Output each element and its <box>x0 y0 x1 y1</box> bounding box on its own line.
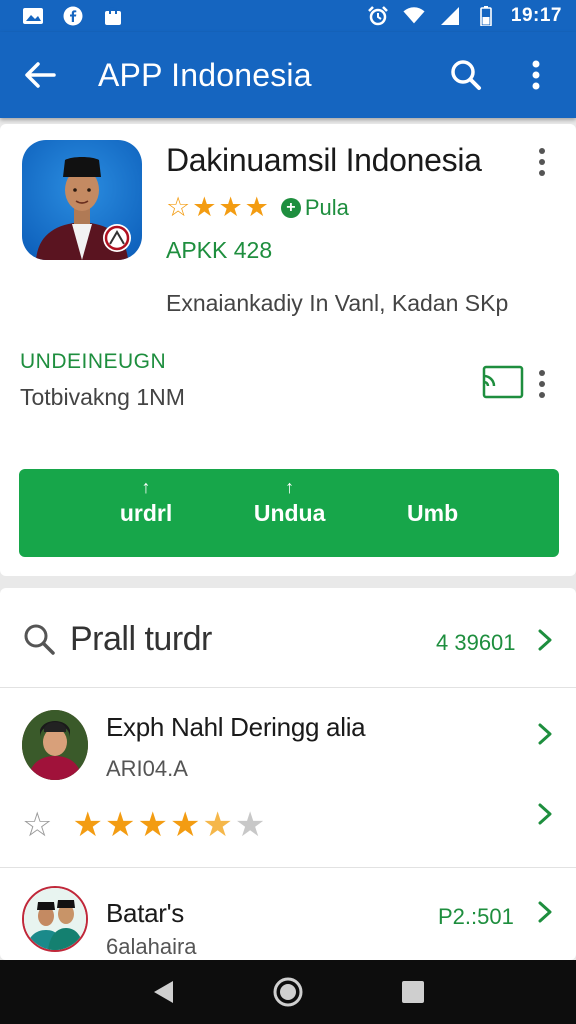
back-arrow-icon[interactable] <box>20 55 60 95</box>
install-segment-3[interactable]: Umb <box>407 500 458 527</box>
status-bar: 19:17 <box>0 0 576 32</box>
item-rating: ☆ ★ ★ ★ ★ ★ ★ <box>22 808 265 842</box>
related-apps-card: Prall turdr 4 39601 Exph Nahl Deringg al… <box>0 588 576 960</box>
list-item[interactable]: Batar's 6alahaira P2.:501 <box>0 868 576 960</box>
wifi-icon <box>403 6 425 26</box>
rating-badge-label: Pula <box>304 194 349 220</box>
item-title: Exph Nahl Deringg alia <box>106 712 366 742</box>
developer-overflow-icon[interactable] <box>532 366 552 402</box>
install-segment-2[interactable]: ↑ Undua <box>254 478 326 527</box>
signal-icon <box>439 6 461 26</box>
star-icon: ★ <box>192 192 217 222</box>
app-bar-title: APP Indonesia <box>98 56 312 93</box>
star-outline-icon: ☆ <box>166 192 191 222</box>
plus-icon: + <box>280 197 301 218</box>
chevron-right-icon[interactable] <box>536 802 556 826</box>
upload-arrow-icon: ↑ <box>141 476 151 497</box>
facebook-icon <box>62 6 84 26</box>
star-icon: ★ <box>244 192 269 222</box>
section-header[interactable]: Prall turdr 4 39601 <box>0 588 576 688</box>
app-overflow-icon[interactable] <box>532 144 552 180</box>
developer-label[interactable]: UNDEINEUGN <box>20 350 166 374</box>
app-description: Exnaiankadiy In Vanl, Kadan SKp <box>166 290 509 316</box>
item-subtitle: ARI04.A <box>106 756 188 781</box>
avatar <box>22 710 88 780</box>
avatar <box>22 886 88 952</box>
cast-icon[interactable] <box>480 364 524 400</box>
app-version: APKK 428 <box>166 237 273 263</box>
developer-subtitle: Totbivakng 1NM <box>20 384 185 410</box>
star-half-icon: ★ <box>202 806 233 844</box>
app-rating: ☆ ★ ★ ★ + Pula <box>166 194 349 221</box>
install-button[interactable]: ↑ urdrl ↑ Undua Umb <box>19 469 559 557</box>
app-name: Dakinuamsil Indonesia <box>166 142 482 178</box>
list-item[interactable]: Exph Nahl Deringg alia ARI04.A ☆ ★ ★ ★ ★… <box>0 688 576 868</box>
status-time: 19:17 <box>510 5 562 26</box>
chevron-right-icon[interactable] <box>536 900 556 924</box>
item-subtitle: 6alahaira <box>106 934 197 959</box>
star-icon: ★ <box>169 806 201 844</box>
battery-icon <box>475 6 497 26</box>
item-price: P2.:501 <box>438 904 514 929</box>
star-outline-icon[interactable]: ☆ <box>22 808 52 842</box>
rating-badge: + Pula <box>280 194 349 221</box>
recents-square-icon[interactable] <box>395 974 431 1010</box>
alarm-icon <box>367 6 389 26</box>
app-icon[interactable] <box>22 140 142 260</box>
gallery-icon <box>22 6 44 26</box>
install-segment-1[interactable]: ↑ urdrl <box>120 478 172 527</box>
chevron-right-icon[interactable] <box>536 628 556 652</box>
star-icon: ★ <box>104 806 136 844</box>
app-details-card: Dakinuamsil Indonesia ☆ ★ ★ ★ + Pula APK… <box>0 124 576 576</box>
search-icon <box>22 622 56 656</box>
chevron-right-icon[interactable] <box>536 722 556 746</box>
search-icon[interactable] <box>446 55 486 95</box>
back-triangle-icon[interactable] <box>145 974 181 1010</box>
home-circle-icon[interactable] <box>270 974 306 1010</box>
section-title: Prall turdr <box>70 620 212 658</box>
star-empty-icon: ★ <box>234 806 266 844</box>
overflow-menu-icon[interactable] <box>516 55 556 95</box>
system-nav-bar <box>0 960 576 1024</box>
item-title: Batar's <box>106 898 185 928</box>
upload-arrow-icon: ↑ <box>285 476 295 497</box>
section-count: 4 39601 <box>436 630 516 655</box>
app-bar: APP Indonesia <box>0 32 576 118</box>
star-icon: ★ <box>72 806 103 844</box>
shopping-bag-icon <box>102 6 124 26</box>
star-icon: ★ <box>137 806 168 844</box>
star-icon: ★ <box>218 192 243 222</box>
